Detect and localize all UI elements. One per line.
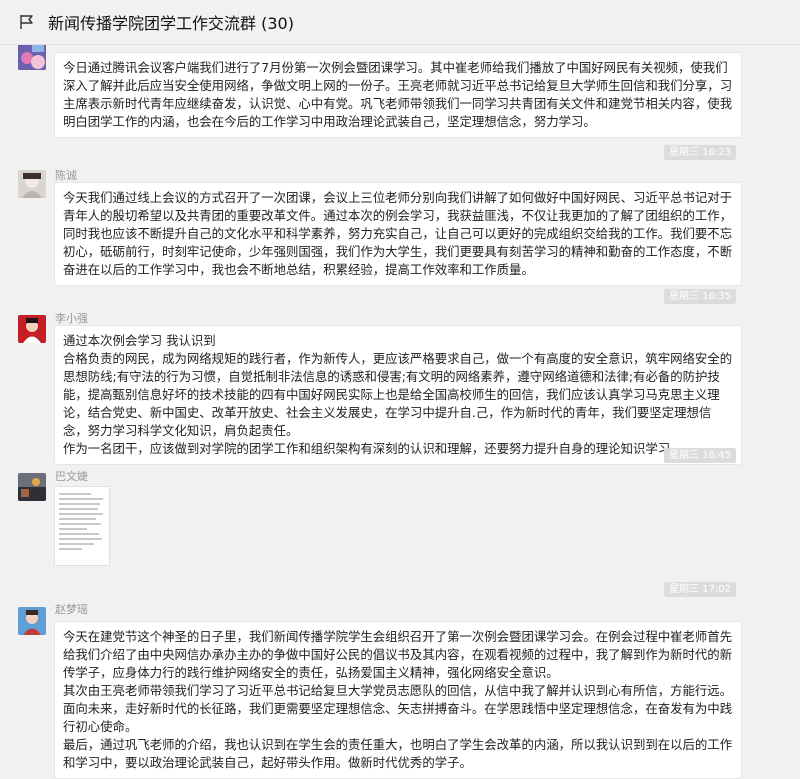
message-bubble[interactable]: 今天我们通过线上会议的方式召开了一次团课，会议上三位老师分别向我们讲解了如何做好… [54, 182, 742, 286]
flag-icon[interactable] [18, 13, 36, 31]
message-timestamp: 星期三 17:02 [664, 582, 736, 597]
sender-name: 赵梦瑶 [55, 603, 88, 616]
avatar[interactable] [18, 42, 46, 70]
avatar[interactable] [18, 607, 46, 635]
avatar[interactable] [18, 473, 46, 501]
message-feed[interactable]: 今日通过腾讯会议客户端我们进行了7月份第一次例会暨团课学习。其中崔老师给我们播放… [0, 0, 800, 779]
sender-name: 巴文婕 [55, 470, 88, 483]
message-bubble[interactable]: 今天在建党节这个神圣的日子里，我们新闻传播学院学生会组织召开了第一次例会暨团课学… [54, 621, 742, 779]
message-timestamp: 星期三 16:35 [664, 289, 736, 304]
avatar[interactable] [18, 315, 46, 343]
message-bubble[interactable]: 今日通过腾讯会议客户端我们进行了7月份第一次例会暨团课学习。其中崔老师给我们播放… [54, 52, 742, 138]
message-bubble[interactable]: 通过本次例会学习 我认识到 合格负责的网民，成为网络规矩的践行者，作为新传人，更… [54, 325, 742, 465]
sender-name: 李小强 [55, 312, 88, 325]
chat-header: 新闻传播学院团学工作交流群 (30) [0, 0, 800, 45]
image-attachment[interactable] [54, 486, 110, 566]
avatar[interactable] [18, 170, 46, 198]
chat-title: 新闻传播学院团学工作交流群 (30) [48, 14, 294, 33]
message-timestamp: 星期三 16:23 [664, 145, 736, 160]
message-timestamp: 星期三 16:45 [664, 448, 736, 463]
sender-name: 陈诚 [55, 169, 77, 182]
